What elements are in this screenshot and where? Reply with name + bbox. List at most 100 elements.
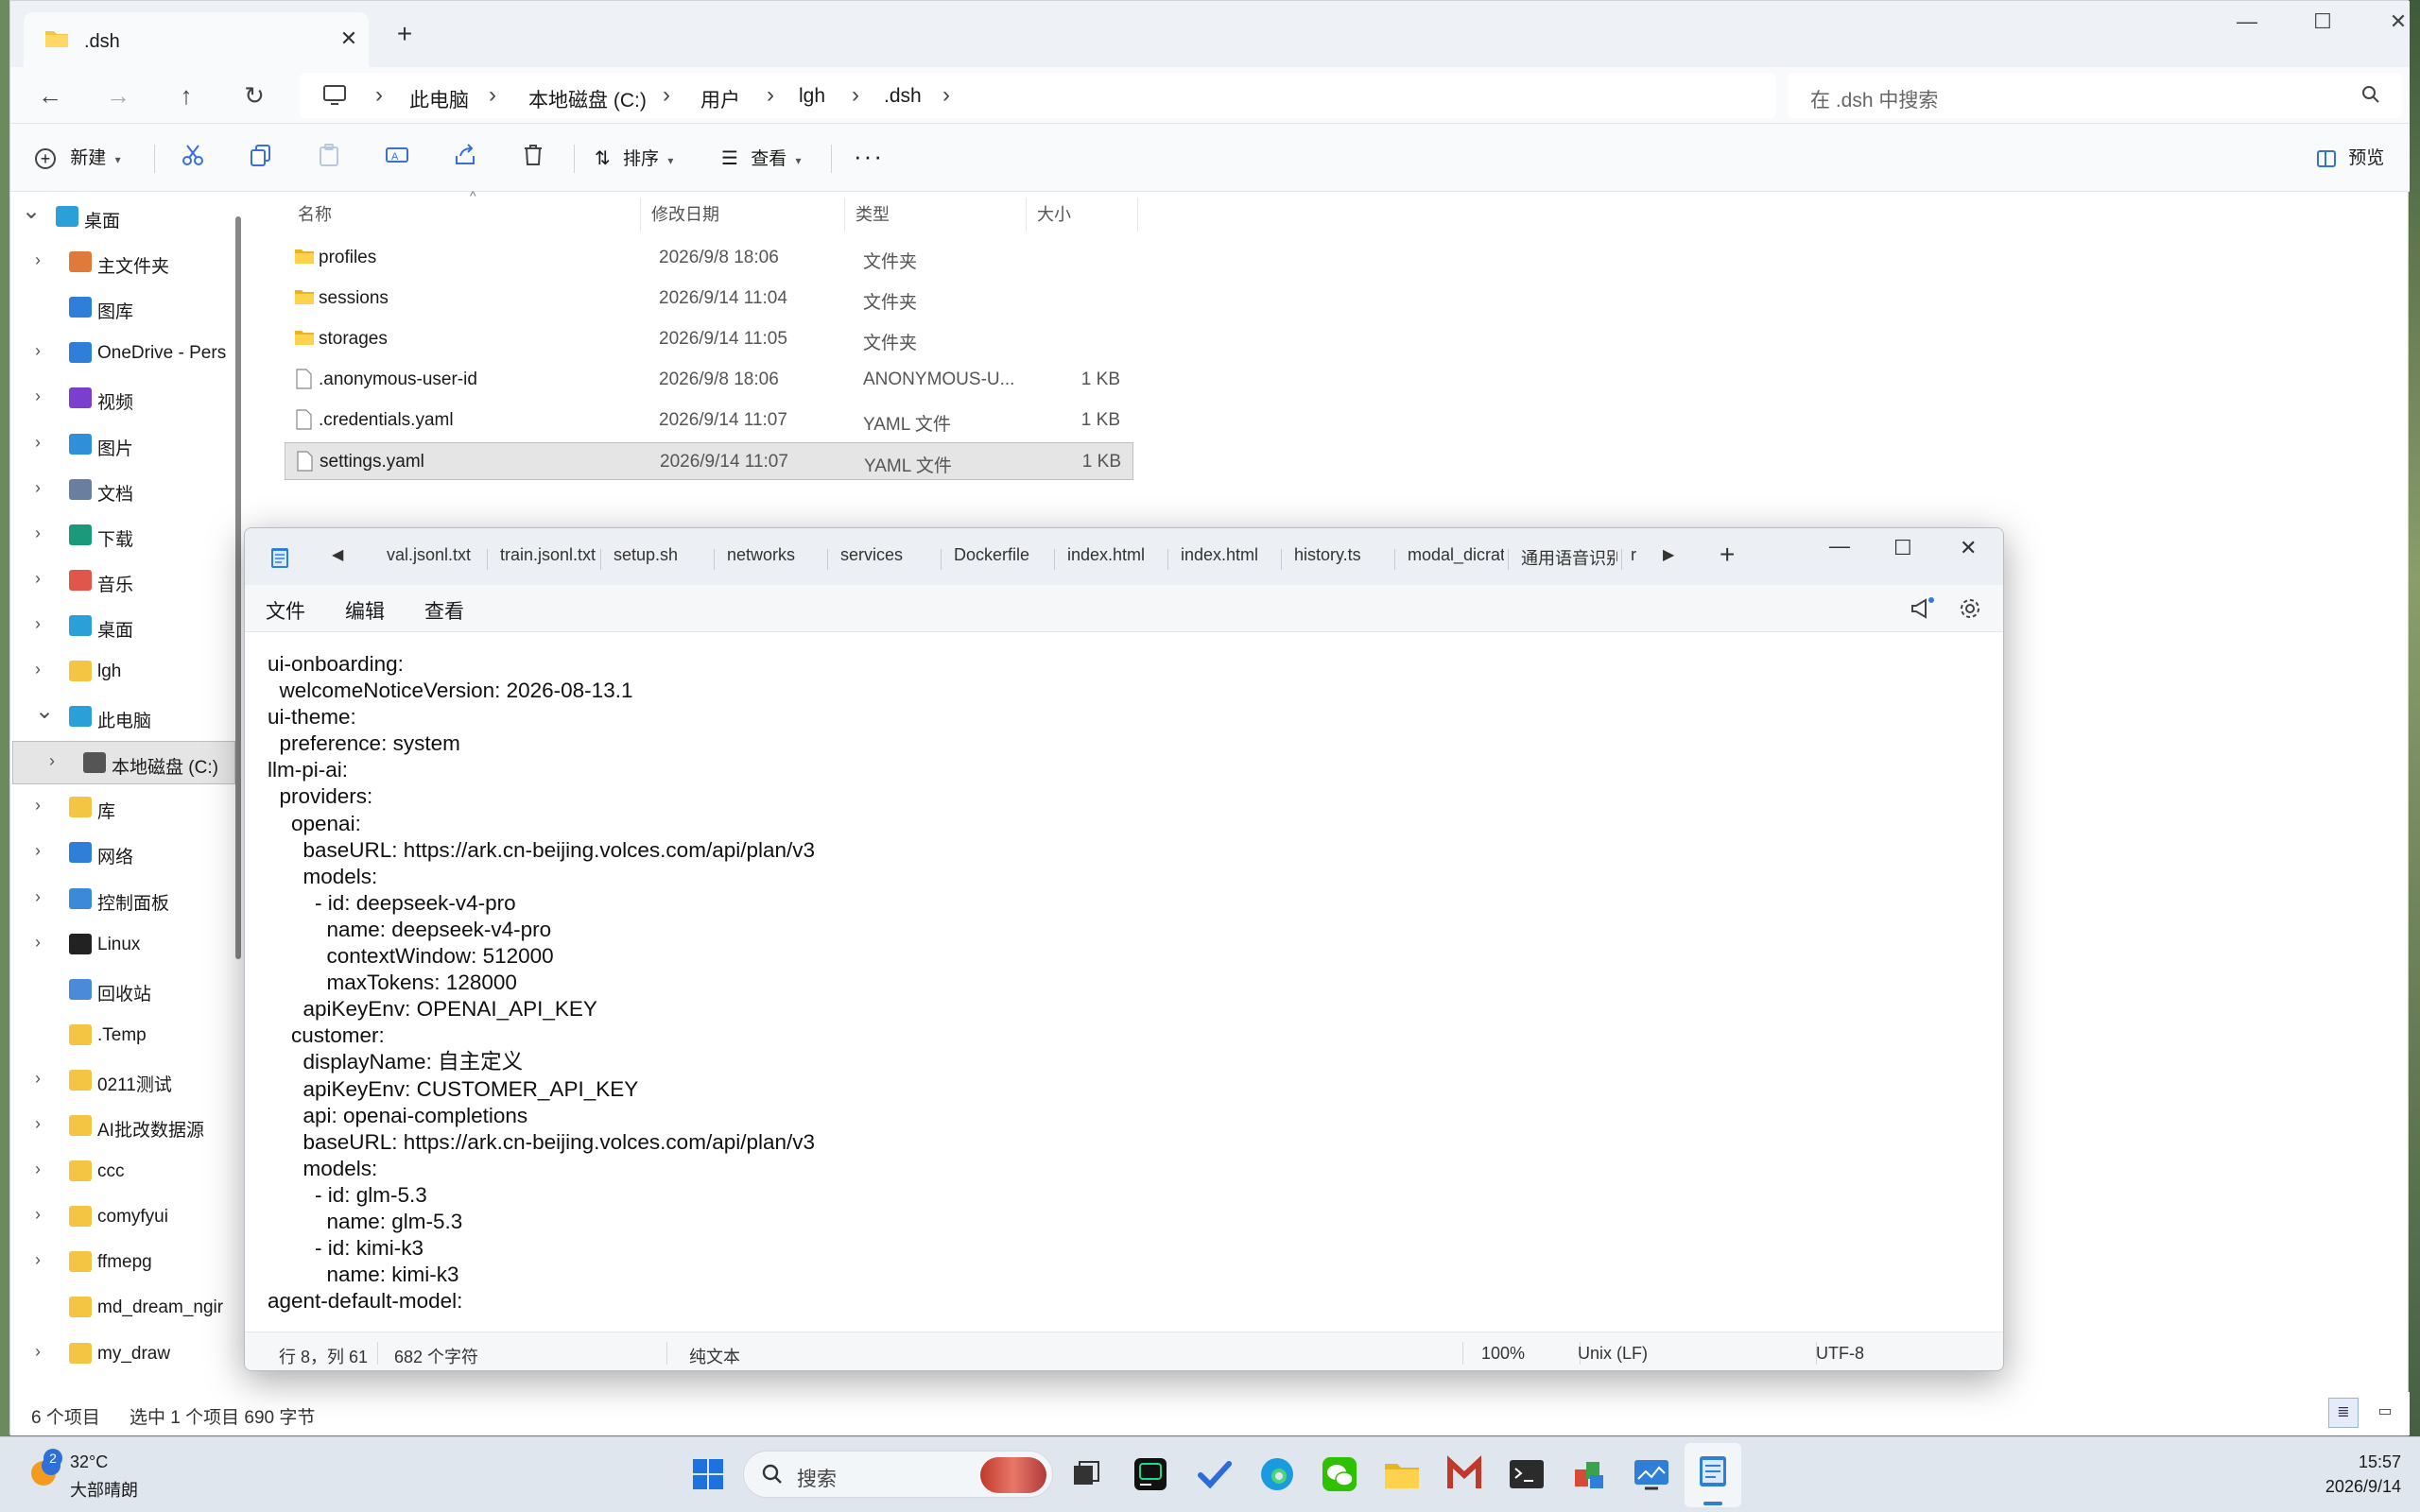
breadcrumb-item[interactable]: 用户 — [700, 85, 740, 113]
sidebar-item[interactable]: › OneDrive - Pers — [10, 332, 237, 375]
sidebar-item[interactable]: › 网络 — [10, 832, 237, 875]
notepad-tab[interactable]: modal_dicrat — [1408, 545, 1504, 565]
breadcrumb-item[interactable]: 此电脑 — [409, 85, 469, 113]
clock-date[interactable]: 2026/9/14 — [2297, 1477, 2401, 1497]
tiles-view-icon[interactable]: ▭ — [2370, 1398, 2400, 1428]
preview-button[interactable]: 预览 — [2317, 143, 2384, 175]
sidebar-item[interactable]: › 控制面板 — [10, 878, 237, 921]
chevron-right-icon[interactable]: › — [35, 387, 41, 406]
sidebar-item[interactable]: › 文档 — [10, 469, 237, 512]
pycharm-icon[interactable] — [1129, 1452, 1172, 1496]
sidebar-item[interactable]: ⌄ 此电脑 — [10, 696, 237, 739]
chevron-right-icon[interactable]: › — [35, 933, 41, 953]
sidebar-item[interactable]: › 库 — [10, 786, 237, 830]
clock-time[interactable]: 15:57 — [2307, 1452, 2401, 1472]
column-divider[interactable] — [1137, 198, 1138, 232]
breadcrumb-item[interactable]: .dsh — [884, 85, 922, 108]
sidebar-item[interactable]: › 本地磁盘 (C:) — [12, 741, 235, 785]
chevron-right-icon[interactable]: › — [49, 751, 55, 771]
file-row[interactable]: profiles 2026/9/8 18:06 文件夹 — [285, 239, 1133, 277]
task-view-icon[interactable] — [1064, 1452, 1108, 1496]
chevron-right-icon[interactable]: › — [35, 1069, 41, 1089]
chevron-right-icon[interactable]: › — [35, 660, 41, 679]
app-m-icon[interactable] — [1443, 1452, 1486, 1496]
navigation-pane-scrollbar[interactable] — [235, 216, 241, 959]
scroll-tabs-left-icon[interactable]: ◀ — [332, 545, 343, 564]
notepad-tab[interactable]: networks — [727, 545, 795, 565]
file-row[interactable]: sessions 2026/9/14 11:04 文件夹 — [285, 280, 1133, 318]
chevron-right-icon[interactable]: › — [35, 841, 41, 861]
close-window-button[interactable]: ✕ — [1960, 536, 1977, 560]
notepad-tab[interactable]: val.jsonl.txt — [387, 545, 471, 565]
close-window-button[interactable]: ✕ — [2370, 7, 2420, 37]
chevron-right-icon[interactable]: › — [35, 478, 41, 498]
sort-button[interactable]: ⇅ 排序 ▾ — [595, 143, 673, 175]
menu-file[interactable]: 文件 — [266, 596, 305, 625]
sidebar-item[interactable]: › 桌面 — [10, 605, 237, 648]
file-explorer-icon[interactable] — [1380, 1452, 1424, 1496]
sidebar-item[interactable]: › 主文件夹 — [10, 241, 237, 284]
rename-button[interactable]: A — [385, 143, 409, 175]
notepad-tab[interactable]: index.html — [1067, 545, 1145, 565]
notepad-tab[interactable]: services — [840, 545, 903, 565]
view-button[interactable]: ☰ 查看 ▾ — [721, 143, 802, 175]
chevron-right-icon[interactable]: › — [35, 341, 41, 361]
sidebar-item[interactable]: md_dream_ngir — [10, 1286, 237, 1330]
notepad-taskbar-button[interactable] — [1685, 1443, 1741, 1507]
weather-description[interactable]: 大部晴朗 — [70, 1477, 138, 1502]
sidebar-item[interactable]: › AI批改数据源 — [10, 1105, 237, 1148]
up-button[interactable]: ↑ — [167, 78, 205, 112]
chevron-down-icon[interactable]: ⌄ — [35, 697, 54, 725]
breadcrumb-item[interactable]: 本地磁盘 (C:) — [528, 85, 647, 113]
chevron-right-icon[interactable]: › — [35, 433, 41, 453]
chevron-right-icon[interactable]: › — [35, 887, 41, 907]
more-options-button[interactable]: ··· — [854, 143, 884, 175]
copy-button[interactable] — [249, 143, 273, 175]
announcement-icon[interactable] — [1909, 596, 1935, 621]
notepad-tab[interactable]: index.html — [1181, 545, 1258, 565]
chevron-right-icon[interactable]: › — [35, 1205, 41, 1225]
menu-edit[interactable]: 编辑 — [345, 596, 385, 625]
encoding[interactable]: UTF-8 — [1816, 1344, 1864, 1364]
column-divider[interactable] — [1026, 198, 1027, 232]
terminal-icon[interactable] — [1505, 1452, 1548, 1496]
file-row[interactable]: .anonymous-user-id 2026/9/8 18:06 ANONYMOU… — [285, 361, 1133, 399]
close-tab-icon[interactable]: ✕ — [336, 26, 362, 52]
remote-desktop-icon[interactable] — [1630, 1452, 1673, 1496]
file-row[interactable]: settings.yaml 2026/9/14 11:07 YAML 文件 1 KB — [285, 442, 1133, 480]
sidebar-item[interactable]: 回收站 — [10, 969, 237, 1012]
search-box[interactable]: 在 .dsh 中搜索 — [1788, 73, 2402, 118]
app-bundle-icon[interactable] — [1567, 1452, 1611, 1496]
chevron-right-icon[interactable]: › — [35, 1114, 41, 1134]
sidebar-item[interactable]: › comyfyui — [10, 1195, 237, 1239]
sidebar-item[interactable]: › 0211测试 — [10, 1059, 237, 1103]
sidebar-item[interactable]: › lgh — [10, 650, 237, 694]
details-view-icon[interactable]: ≣ — [2328, 1398, 2359, 1428]
chevron-right-icon[interactable]: › — [35, 614, 41, 634]
refresh-button[interactable]: ↻ — [235, 78, 273, 112]
sidebar-item[interactable]: ⌄ 桌面 — [10, 196, 224, 239]
sidebar-item[interactable]: 图库 — [10, 286, 237, 330]
column-header-date[interactable]: 修改日期 — [651, 201, 719, 226]
column-header-type[interactable]: 类型 — [856, 201, 890, 226]
notepad-tab[interactable]: history.ts — [1294, 545, 1361, 565]
paste-button[interactable] — [317, 143, 341, 175]
file-row[interactable]: storages 2026/9/14 11:05 文件夹 — [285, 320, 1133, 358]
new-button[interactable]: + 新建 ▾ — [35, 143, 121, 175]
notepad-tab[interactable]: r — [1631, 545, 1644, 565]
column-header-name[interactable]: 名称 — [298, 201, 332, 226]
start-button[interactable] — [686, 1452, 730, 1496]
sidebar-item[interactable]: › 视频 — [10, 377, 237, 421]
sidebar-item[interactable]: › ffmepg — [10, 1241, 237, 1284]
minimize-button[interactable]: — — [1829, 534, 1850, 558]
back-button[interactable]: ← — [31, 78, 69, 112]
notepad-tab[interactable]: setup.sh — [614, 545, 678, 565]
menu-view[interactable]: 查看 — [424, 596, 464, 625]
cut-button[interactable] — [181, 143, 205, 175]
taskbar-search[interactable]: 搜索 — [743, 1451, 1053, 1498]
sidebar-item[interactable]: › Linux — [10, 923, 237, 967]
chevron-down-icon[interactable]: ⌄ — [22, 198, 41, 225]
column-divider[interactable] — [844, 198, 845, 232]
sidebar-item[interactable]: › ccc — [10, 1150, 237, 1194]
minimize-button[interactable]: — — [2219, 7, 2275, 37]
